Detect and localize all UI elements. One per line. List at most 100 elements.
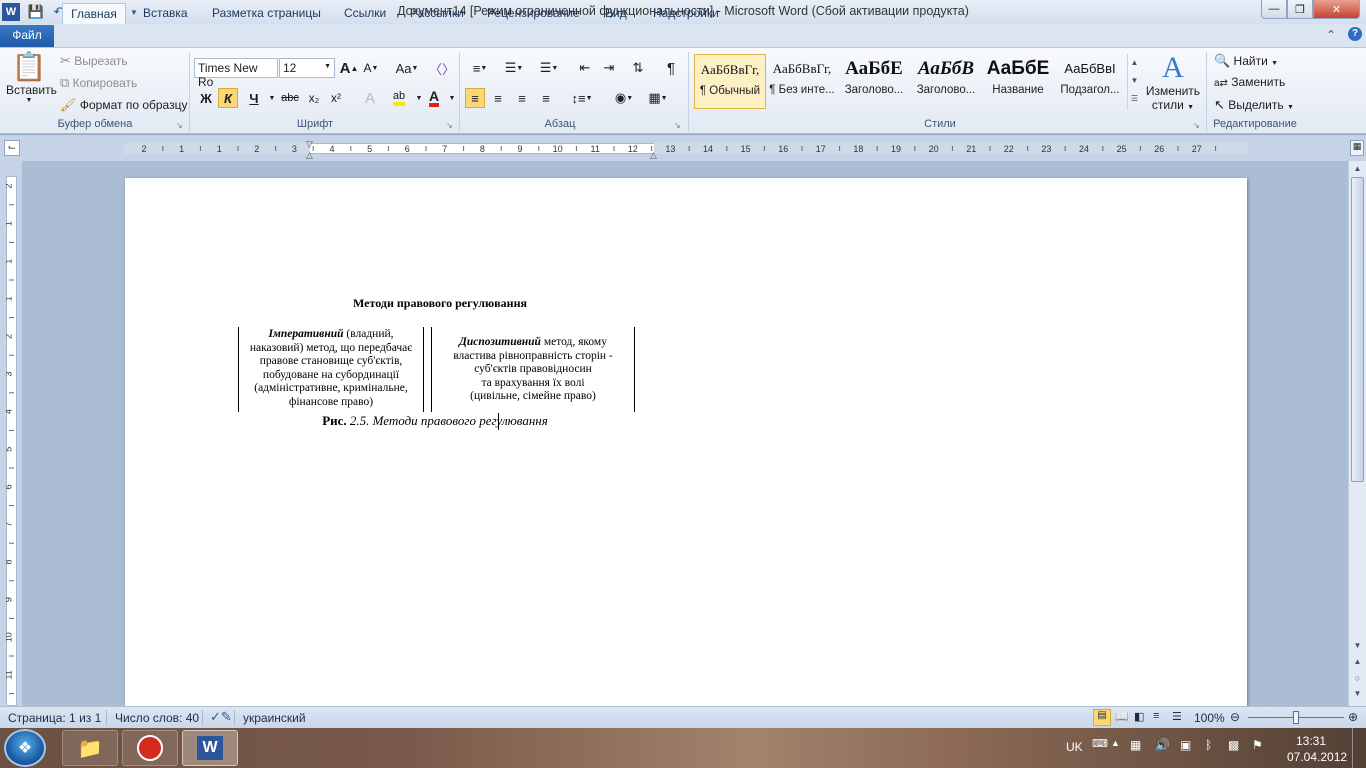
volume-icon[interactable]: 🔊 (1155, 738, 1170, 752)
zoom-out-icon[interactable]: ⊖ (1230, 710, 1240, 724)
scroll-up-icon[interactable]: ▲ (1351, 164, 1364, 173)
explorer-taskbar-button[interactable]: 📁 (62, 730, 118, 766)
style-heading-1[interactable]: АаБбЕ Заголово... (838, 54, 910, 109)
browse-object-icon[interactable]: ○ (1351, 673, 1364, 683)
show-formatting-button[interactable]: ¶ (661, 58, 681, 78)
styles-scroll-up-icon[interactable]: ▲ (1128, 54, 1141, 72)
style-no-spacing[interactable]: АаБбВвГг, ¶ Без инте... (766, 54, 838, 109)
italic-button[interactable]: К (218, 88, 238, 108)
line-spacing-button[interactable]: ↕≡ ▼ (568, 88, 596, 108)
styles-scroll[interactable]: ▲ ▼ ☰ (1127, 54, 1141, 110)
tab-home[interactable]: Главная (62, 3, 126, 24)
styles-more-icon[interactable]: ☰ (1128, 90, 1141, 108)
draft-view-icon[interactable]: ☰ (1172, 710, 1182, 723)
bluetooth-icon[interactable]: ᛒ (1205, 738, 1212, 752)
action-center-icon[interactable]: ⚑ (1252, 738, 1263, 752)
sort-icon[interactable]: ⇅ (628, 58, 648, 78)
tab-insert[interactable]: Вставка (135, 3, 196, 24)
left-indent-marker-icon[interactable]: △ (306, 150, 313, 161)
keyboard-icon[interactable]: ⌨ (1092, 737, 1108, 750)
shrink-font-button[interactable]: A ▼ (361, 58, 381, 78)
cut-button[interactable]: ✂ Вырезать (60, 53, 128, 69)
scroll-down-icon[interactable]: ▼ (1351, 641, 1364, 650)
select-button[interactable]: ↖ Выделить ▼ (1214, 97, 1294, 113)
word-count-status[interactable]: Число слов: 40 (115, 711, 199, 725)
grow-font-button[interactable]: A ▲ (339, 58, 359, 78)
tab-references[interactable]: Ссылки (336, 3, 394, 24)
tab-mailings[interactable]: Рассылки (402, 3, 472, 24)
copy-button[interactable]: ⧉ Копировать (60, 75, 137, 91)
help-icon[interactable]: ? (1348, 27, 1362, 41)
replace-button[interactable]: a⇄ Заменить (1214, 75, 1285, 89)
superscript-button[interactable]: x² (326, 88, 346, 108)
format-painter-button[interactable]: 🖌 Формат по образцу (60, 97, 187, 113)
font-size-combo[interactable]: 12 ▼ (279, 58, 335, 78)
highlight-icon[interactable]: ab (389, 88, 409, 108)
tab-review[interactable]: Рецензирование (479, 3, 588, 24)
zoom-slider-thumb[interactable] (1293, 711, 1299, 724)
tab-selector-icon[interactable]: ⌙ (4, 140, 20, 156)
tray-app-icon[interactable]: ▦ (1130, 738, 1141, 752)
styles-launcher-icon[interactable]: ↘ (1193, 121, 1200, 130)
increase-indent-icon[interactable]: ⇥ (599, 58, 619, 78)
zoom-in-icon[interactable]: ⊕ (1348, 710, 1358, 724)
close-button[interactable]: ✕ (1313, 0, 1360, 19)
shading-button[interactable]: ◉ ▼ (610, 88, 638, 108)
full-screen-reading-icon[interactable]: 📖 (1115, 710, 1129, 723)
decrease-indent-icon[interactable]: ⇤ (575, 58, 595, 78)
bold-button[interactable]: Ж (196, 88, 216, 108)
language-status[interactable]: украинский (243, 711, 306, 725)
outline-view-icon[interactable]: ≡ (1153, 710, 1159, 722)
view-ruler-icon[interactable]: ▦ (1350, 140, 1364, 156)
show-hidden-icons-icon[interactable]: ▲ (1111, 738, 1120, 748)
scrollbar-thumb[interactable] (1351, 177, 1364, 482)
minimize-button[interactable]: — (1261, 0, 1287, 19)
styles-scroll-down-icon[interactable]: ▼ (1128, 72, 1141, 90)
numbering-button[interactable]: ☰ ▼ (500, 58, 528, 78)
subscript-button[interactable]: x₂ (304, 88, 324, 108)
style-title[interactable]: АаБбЕ Название (982, 54, 1054, 109)
align-left-icon[interactable]: ≡ (465, 88, 485, 108)
document-page[interactable] (125, 178, 1247, 708)
tab-page-layout[interactable]: Разметка страницы (204, 3, 329, 24)
style-heading-2[interactable]: АаБбВ Заголово... (910, 54, 982, 109)
find-button[interactable]: 🔍 Найти ▼ (1214, 53, 1278, 69)
tab-addins[interactable]: Надстройки (645, 3, 727, 24)
font-color-icon[interactable]: A (424, 88, 444, 108)
strikethrough-button[interactable]: abc (278, 88, 302, 108)
vertical-scrollbar[interactable]: ▲ ▼ ▲ ○ ▼ (1348, 161, 1366, 706)
clock-time[interactable]: 13:31 (1296, 734, 1326, 748)
network-icon[interactable]: ▩ (1228, 738, 1239, 752)
style-subtitle[interactable]: АаБбВвІ Подзагол... (1054, 54, 1126, 109)
align-right-icon[interactable]: ≡ (512, 88, 532, 108)
show-desktop-button[interactable] (1352, 728, 1366, 768)
next-page-icon[interactable]: ▼ (1351, 689, 1364, 698)
web-layout-icon[interactable]: ◧ (1134, 710, 1144, 723)
multilevel-list-button[interactable]: ☰ ▼ (535, 58, 563, 78)
minimize-ribbon-icon[interactable]: ⌃ (1326, 28, 1336, 42)
underline-button[interactable]: Ч (244, 88, 264, 108)
input-language-indicator[interactable]: UK (1066, 740, 1083, 754)
clear-formatting-icon[interactable]: 〈〉 (429, 58, 455, 78)
print-layout-view-icon[interactable]: ▤ (1093, 709, 1111, 726)
text-effects-icon[interactable]: A (360, 88, 380, 108)
paragraph-launcher-icon[interactable]: ↘ (674, 121, 681, 130)
change-styles-button[interactable]: A Изменить стили ▼ (1144, 52, 1202, 113)
tab-file[interactable]: Файл (0, 25, 54, 47)
paste-button[interactable]: 📋 Вставить ▼ (6, 50, 57, 104)
tab-view[interactable]: Вид (597, 3, 635, 24)
font-launcher-icon[interactable]: ↘ (446, 121, 453, 130)
align-center-icon[interactable]: ≡ (488, 88, 508, 108)
start-button[interactable]: ❖ (4, 729, 46, 767)
previous-page-icon[interactable]: ▲ (1351, 657, 1364, 666)
proofing-icon[interactable]: ✓✎ (210, 709, 232, 725)
clock-date[interactable]: 07.04.2012 (1287, 750, 1347, 764)
zoom-level[interactable]: 100% (1194, 711, 1225, 725)
app-taskbar-button[interactable] (122, 730, 178, 766)
font-family-combo[interactable]: Times New Ro (194, 58, 278, 89)
clipboard-launcher-icon[interactable]: ↘ (176, 121, 183, 130)
maximize-button[interactable]: ❐ (1287, 0, 1313, 19)
borders-button[interactable]: ▦ ▼ (644, 88, 672, 108)
right-indent-marker-icon[interactable]: △ (650, 150, 657, 161)
change-case-button[interactable]: Aa ▼ (394, 58, 420, 78)
